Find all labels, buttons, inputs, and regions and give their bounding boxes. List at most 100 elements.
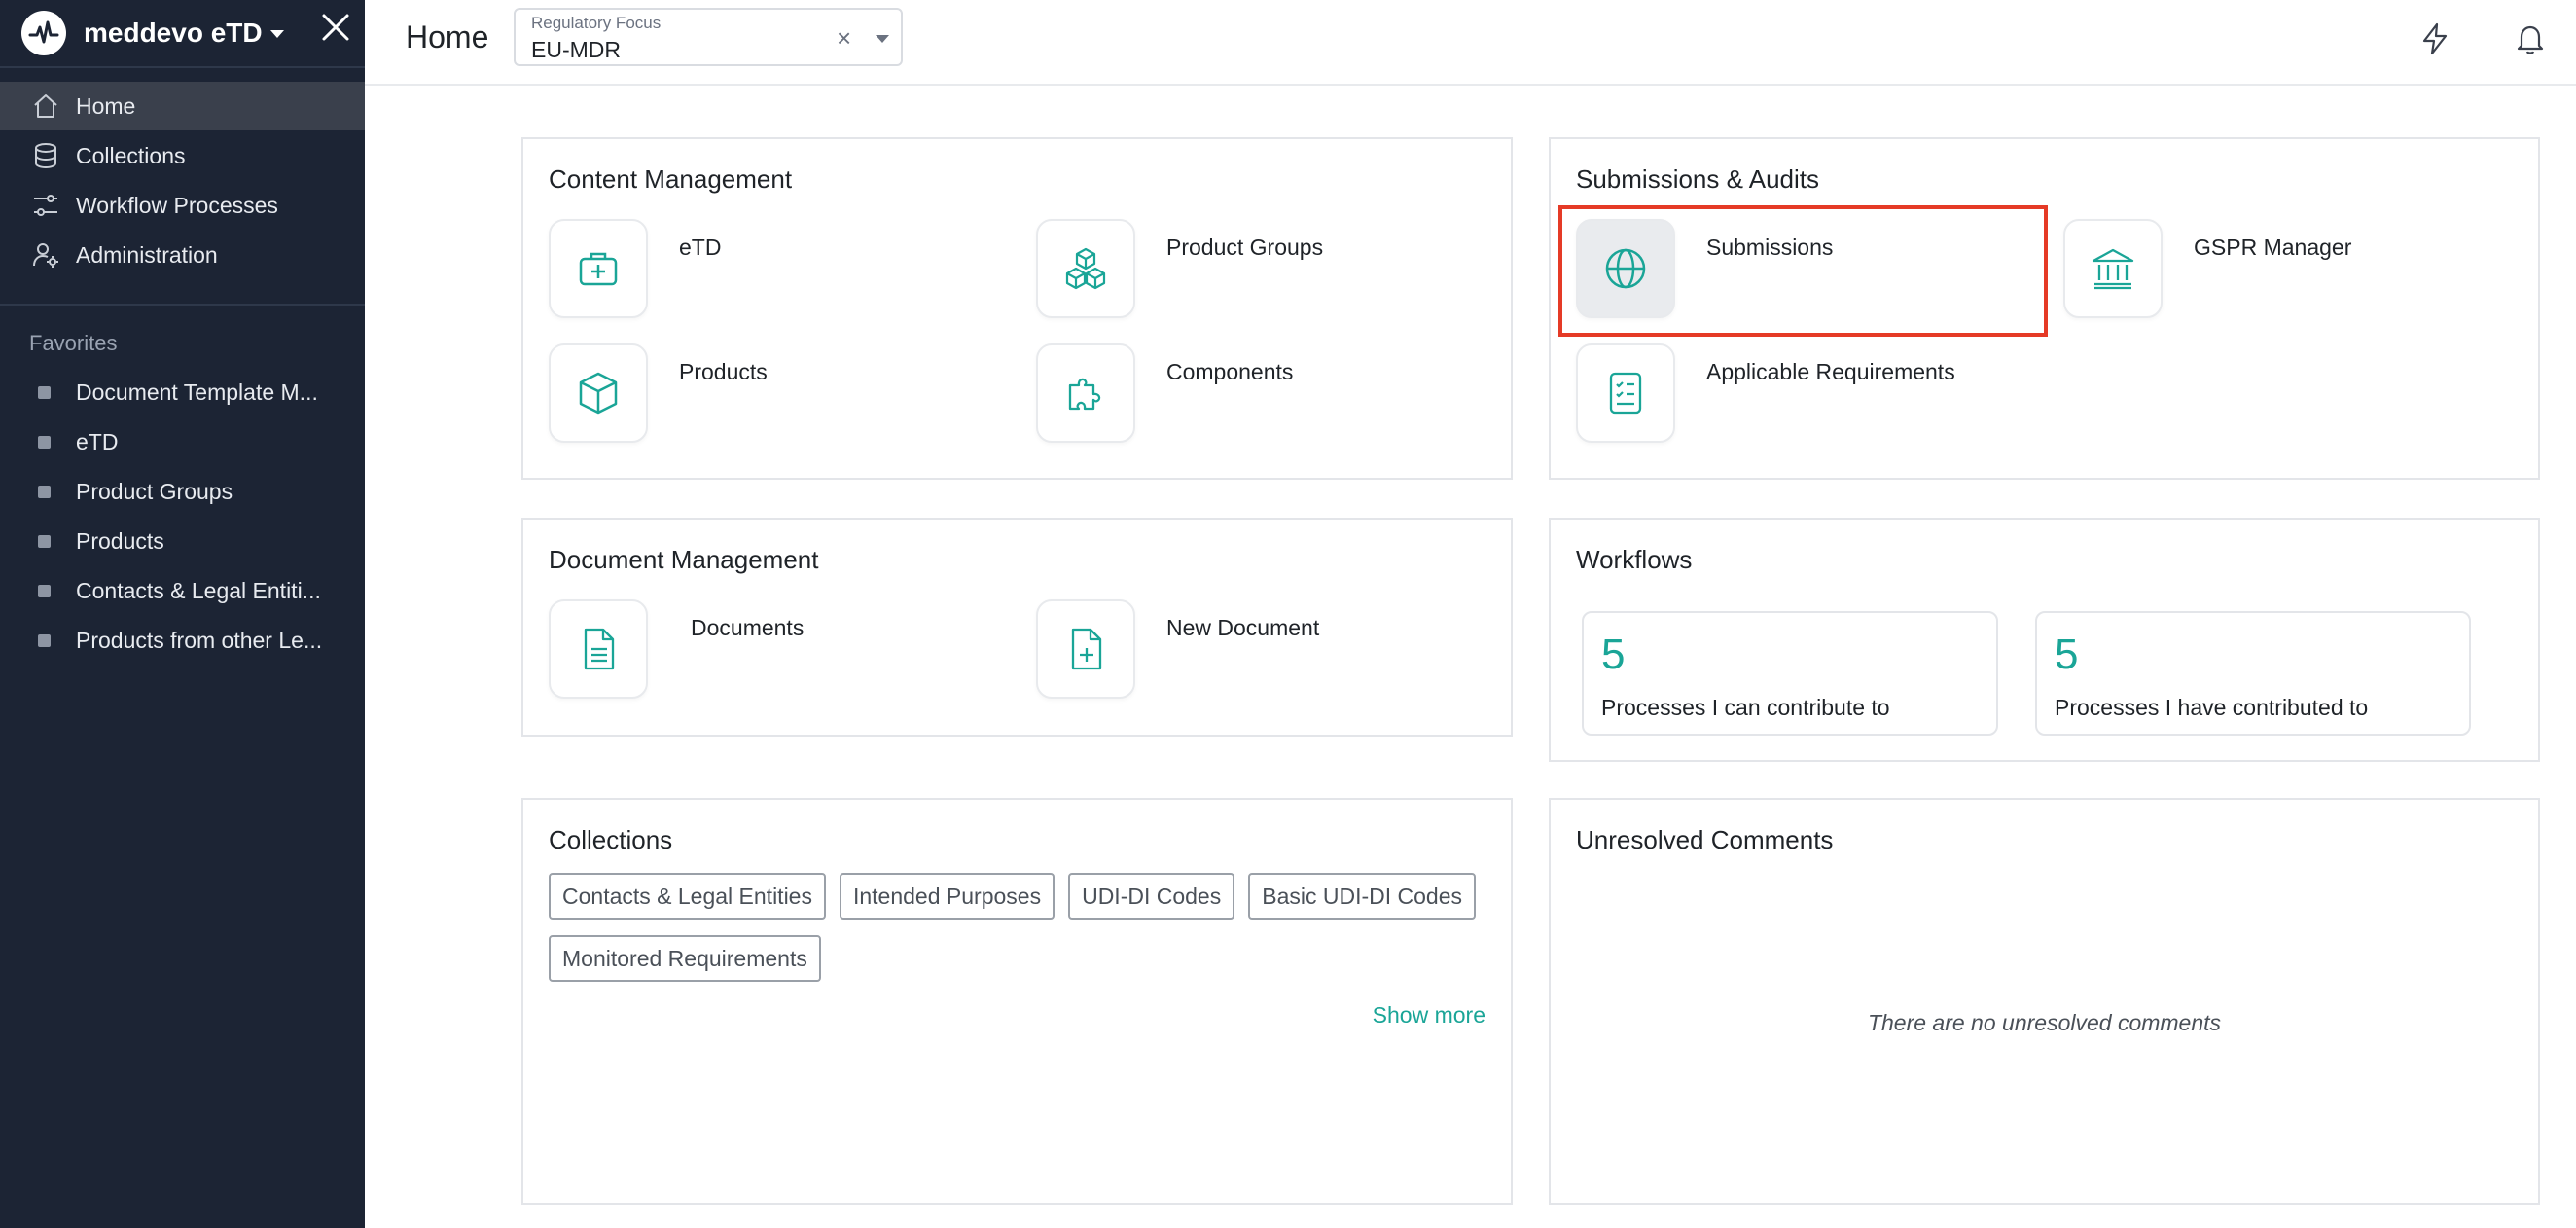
collection-chip[interactable]: Intended Purposes <box>839 873 1055 920</box>
cubes-icon <box>1065 247 1106 290</box>
workflows-card: Workflows 5 Processes I can contribute t… <box>1549 518 2540 762</box>
stat-have-contributed[interactable]: 5 Processes I have contributed to <box>2035 611 2471 736</box>
tile-icon-box <box>1036 343 1135 443</box>
nav-item-workflow-processes[interactable]: Workflow Processes <box>0 181 365 230</box>
home-icon <box>29 90 62 123</box>
database-icon <box>29 139 62 172</box>
bullet-icon <box>38 485 51 498</box>
collections-card: Collections Contacts & Legal Entities In… <box>521 798 1513 1205</box>
chevron-down-icon[interactable] <box>876 35 889 43</box>
favorite-item[interactable]: Product Groups <box>0 469 365 514</box>
page-title: Home <box>406 19 489 54</box>
card-title: Unresolved Comments <box>1576 825 1834 854</box>
tile-icon-box <box>549 599 648 699</box>
empty-state-message: There are no unresolved comments <box>1867 1010 2222 1035</box>
favorite-item[interactable]: Products from other Le... <box>0 618 365 663</box>
bullet-icon <box>38 534 51 548</box>
submissions-audits-card: Submissions & Audits Submissions GSPR Ma… <box>1549 137 2540 480</box>
tile-label: Applicable Requirements <box>1706 359 1955 384</box>
favorite-item[interactable]: eTD <box>0 419 365 464</box>
bullet-icon <box>38 633 51 647</box>
card-title: Workflows <box>1576 545 1693 574</box>
brand-name: meddevo eTD <box>84 18 263 48</box>
new-document-icon <box>1071 628 1102 670</box>
regulatory-focus-value: EU-MDR <box>531 37 621 62</box>
checklist-icon <box>1609 372 1642 415</box>
puzzle-icon <box>1068 378 1101 411</box>
favorite-item[interactable]: Document Template M... <box>0 370 365 415</box>
unresolved-comments-card: Unresolved Comments There are no unresol… <box>1549 798 2540 1205</box>
collection-chips: Contacts & Legal Entities Intended Purpo… <box>549 873 1483 982</box>
document-management-card: Document Management Documents New Docume… <box>521 518 1513 737</box>
show-more-link[interactable]: Show more <box>1373 1002 1485 1029</box>
brand-menu[interactable]: meddevo eTD <box>21 6 284 60</box>
sidebar-divider <box>0 66 365 68</box>
tile-icon-box <box>1576 343 1675 443</box>
card-title: Content Management <box>549 164 793 194</box>
tile-label: New Document <box>1166 615 1320 640</box>
content-management-card: Content Management eTD Product Groups Pr… <box>521 137 1513 480</box>
notifications-button[interactable] <box>2509 18 2552 60</box>
collection-chip[interactable]: Monitored Requirements <box>549 935 821 982</box>
close-icon <box>322 14 349 41</box>
lightning-icon <box>2422 22 2448 55</box>
medical-kit-icon <box>579 252 618 286</box>
card-title: Collections <box>549 825 673 854</box>
top-header: Home Regulatory Focus EU-MDR × <box>365 0 2576 86</box>
workflow-icon <box>29 189 62 222</box>
stat-can-contribute[interactable]: 5 Processes I can contribute to <box>1582 611 1998 736</box>
tile-label: Product Groups <box>1166 235 1324 260</box>
bullet-icon <box>38 385 51 399</box>
admin-user-icon <box>29 238 62 271</box>
bank-icon <box>2092 248 2134 290</box>
collection-chip[interactable]: UDI-DI Codes <box>1068 873 1235 920</box>
tile-icon-box <box>549 343 648 443</box>
nav-item-administration[interactable]: Administration <box>0 231 365 279</box>
tile-icon-box <box>1036 599 1135 699</box>
globe-icon <box>1605 248 1646 289</box>
box-icon <box>579 372 618 415</box>
nav-item-collections[interactable]: Collections <box>0 131 365 180</box>
nav-label: Administration <box>76 241 218 268</box>
quick-actions-button[interactable] <box>2414 18 2456 60</box>
stat-label: Processes I can contribute to <box>1601 695 1890 720</box>
tile-icon-box <box>549 219 648 318</box>
favorite-label: Contacts & Legal Entiti... <box>76 577 321 603</box>
favorite-label: Products <box>76 527 164 554</box>
card-title: Submissions & Audits <box>1576 164 1820 194</box>
nav-label: Workflow Processes <box>76 192 278 218</box>
sidebar-divider <box>0 304 365 306</box>
regulatory-focus-select[interactable]: Regulatory Focus EU-MDR × <box>514 8 903 66</box>
favorite-item[interactable]: Contacts & Legal Entiti... <box>0 568 365 613</box>
collection-chip[interactable]: Contacts & Legal Entities <box>549 873 826 920</box>
tile-label: Components <box>1166 359 1294 384</box>
close-sidebar-button[interactable] <box>316 8 355 47</box>
favorite-label: Document Template M... <box>76 379 318 405</box>
tile-icon-box <box>1576 219 1675 318</box>
tile-label: GSPR Manager <box>2194 235 2352 260</box>
favorite-label: Product Groups <box>76 478 233 504</box>
nav-label: Collections <box>76 142 186 168</box>
favorite-label: eTD <box>76 428 119 454</box>
tile-label: Products <box>679 359 768 384</box>
stat-value: 5 <box>2055 631 2079 678</box>
caret-down-icon <box>269 30 284 38</box>
collection-chip[interactable]: Basic UDI-DI Codes <box>1248 873 1477 920</box>
stat-value: 5 <box>1601 631 1626 678</box>
bullet-icon <box>38 584 51 597</box>
favorite-label: Products from other Le... <box>76 627 323 653</box>
tile-icon-box <box>2063 219 2163 318</box>
nav-item-home[interactable]: Home <box>0 82 365 130</box>
favorites-title: Favorites <box>29 331 118 355</box>
favorite-item[interactable]: Products <box>0 519 365 563</box>
tile-label: Documents <box>691 615 805 640</box>
clear-selection-icon[interactable]: × <box>837 23 851 54</box>
card-title: Document Management <box>549 545 819 574</box>
bell-icon <box>2517 25 2544 54</box>
regulatory-focus-label: Regulatory Focus <box>531 14 662 32</box>
tile-label: Submissions <box>1706 235 1834 260</box>
document-icon <box>584 628 615 670</box>
meddevo-logo-icon <box>21 11 66 55</box>
tile-label: eTD <box>679 235 722 260</box>
sidebar: meddevo eTD Home Collections Workflow Pr… <box>0 0 365 1228</box>
